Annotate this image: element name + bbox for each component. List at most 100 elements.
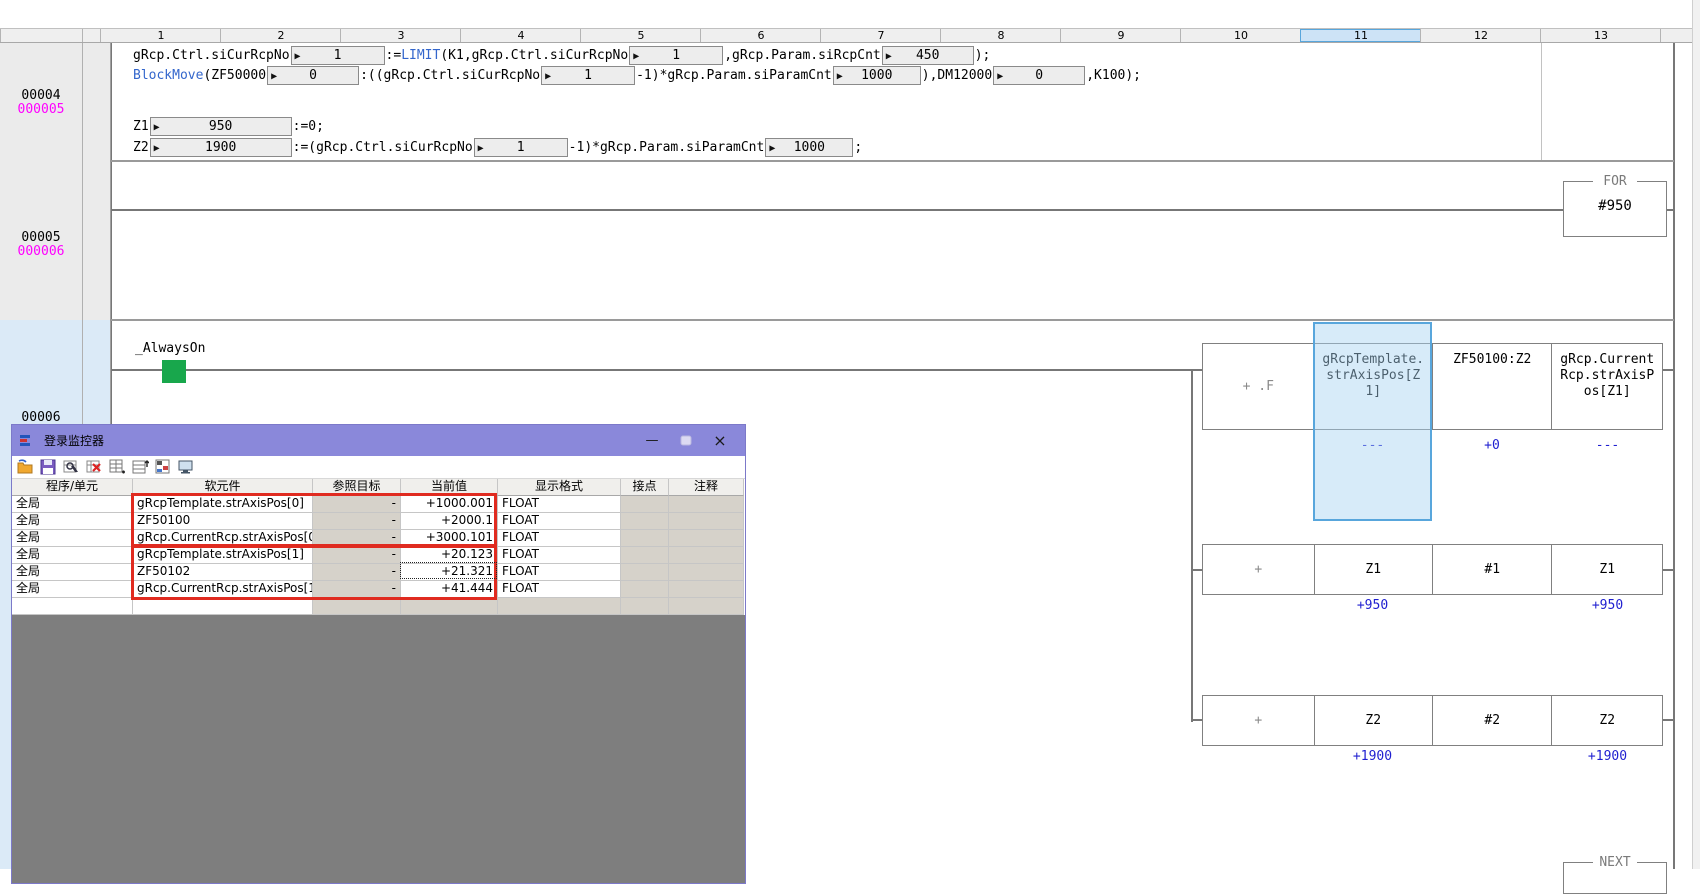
column-header[interactable]: 显示格式 xyxy=(498,479,621,496)
table-row[interactable]: 全局gRcp.CurrentRcp.strAxisPos[1]-+41.444F… xyxy=(12,581,745,598)
monitor-value-box[interactable]: ▶1900 xyxy=(150,138,292,157)
ruler-column-5[interactable]: 5 xyxy=(580,29,701,42)
cell-comment[interactable] xyxy=(669,496,744,513)
block-operand[interactable]: gRcpTemplate.strAxisPos[Z1] xyxy=(1314,344,1432,429)
cell-unit[interactable]: 全局 xyxy=(12,496,133,513)
cell-comment[interactable] xyxy=(669,581,744,598)
monitor-value-box[interactable]: ▶0 xyxy=(993,66,1085,85)
register-monitor-window[interactable]: 登录监控器 — × 程序/单元软元件参照目标当前值显示格 xyxy=(11,424,746,884)
save-icon[interactable] xyxy=(40,459,57,475)
block-operand[interactable]: #1 xyxy=(1432,545,1551,594)
monitor-display-icon[interactable] xyxy=(178,459,195,475)
cell-format[interactable]: FLOAT xyxy=(498,581,621,598)
cell-ref[interactable]: - xyxy=(313,513,401,530)
ladder-block-1[interactable]: + .FgRcpTemplate.strAxisPos[Z1]ZF50100:Z… xyxy=(1202,343,1663,430)
monitor-value-box[interactable]: ▶1 xyxy=(541,66,635,85)
cell-unit[interactable]: 全局 xyxy=(12,547,133,564)
monitor-toolbar[interactable] xyxy=(12,456,745,479)
block-operand[interactable]: Z2 xyxy=(1551,696,1662,745)
column-header[interactable]: 接点 xyxy=(621,479,669,496)
cell-contact[interactable] xyxy=(621,530,669,547)
cell-contact[interactable] xyxy=(621,564,669,581)
monitor-value-box[interactable]: ▶1 xyxy=(629,46,723,65)
cell-unit[interactable]: 全局 xyxy=(12,564,133,581)
table-row[interactable]: 全局ZF50102-+21.321FLOAT xyxy=(12,564,745,581)
ruler-column-8[interactable]: 8 xyxy=(940,29,1061,42)
cell-value[interactable]: +1000.001 xyxy=(401,496,498,513)
ruler-column-12[interactable]: 12 xyxy=(1420,29,1541,42)
ruler-column-1[interactable]: 1 xyxy=(100,29,221,42)
cell-format[interactable]: FLOAT xyxy=(498,513,621,530)
column-header[interactable]: 参照目标 xyxy=(313,479,401,496)
block-operand[interactable]: ZF50100:Z2 xyxy=(1432,344,1551,429)
window-titlebar[interactable]: 登录监控器 — × xyxy=(12,425,745,456)
monitor-value-box[interactable]: ▶0 xyxy=(267,66,359,85)
cell-ref[interactable]: - xyxy=(313,496,401,513)
block-operand[interactable]: gRcp.CurrentRcp.strAxisPos[Z1] xyxy=(1551,344,1662,429)
column-header[interactable]: 程序/单元 xyxy=(12,479,133,496)
cell-value[interactable]: +20.123 xyxy=(401,547,498,564)
insert-row-icon[interactable] xyxy=(109,459,126,475)
move-row-icon[interactable] xyxy=(132,459,149,475)
script-line-4[interactable]: Z2▶1900:=(gRcp.Ctrl.siCurRcpNo▶1-1)*gRcp… xyxy=(133,138,862,156)
for-instruction-block[interactable]: FOR #950 xyxy=(1563,181,1667,237)
cell-comment[interactable] xyxy=(669,547,744,564)
close-button[interactable]: × xyxy=(703,430,737,452)
cell-value[interactable]: +41.444 xyxy=(401,581,498,598)
ladder-block-3[interactable]: +Z2#2Z2 xyxy=(1202,695,1663,746)
ruler-column-9[interactable]: 9 xyxy=(1060,29,1181,42)
cell-contact[interactable] xyxy=(621,581,669,598)
cell-ref[interactable]: - xyxy=(313,564,401,581)
rung-number-00004[interactable]: 00004000005 xyxy=(0,89,82,117)
cell-unit[interactable]: 全局 xyxy=(12,513,133,530)
cell-device[interactable]: gRcp.CurrentRcp.strAxisPos[0] xyxy=(133,530,313,547)
cell-contact[interactable] xyxy=(621,496,669,513)
ruler-column-7[interactable]: 7 xyxy=(820,29,941,42)
ruler-column-11[interactable]: 11 xyxy=(1300,29,1421,42)
cell-format[interactable]: FLOAT xyxy=(498,547,621,564)
ruler-column-4[interactable]: 4 xyxy=(460,29,581,42)
cell-comment[interactable] xyxy=(669,564,744,581)
table-row[interactable]: 全局gRcp.CurrentRcp.strAxisPos[0]-+3000.10… xyxy=(12,530,745,547)
monitor-value-box[interactable]: ▶1 xyxy=(291,46,385,65)
cell-device[interactable]: gRcpTemplate.strAxisPos[1] xyxy=(133,547,313,564)
cell-contact[interactable] xyxy=(621,547,669,564)
cell-unit[interactable]: 全局 xyxy=(12,581,133,598)
ruler-column-13[interactable]: 13 xyxy=(1540,29,1661,42)
cell-unit[interactable]: 全局 xyxy=(12,530,133,547)
monitor-table[interactable]: 程序/单元软元件参照目标当前值显示格式接点注释全局gRcpTemplate.st… xyxy=(12,479,745,615)
cell-format[interactable]: FLOAT xyxy=(498,530,621,547)
script-line-2[interactable]: BlockMove(ZF50000▶0:((gRcp.Ctrl.siCurRcp… xyxy=(133,66,1141,84)
cell-format[interactable]: FLOAT xyxy=(498,496,621,513)
cell-ref[interactable]: - xyxy=(313,530,401,547)
minimize-button[interactable]: — xyxy=(635,430,669,452)
monitor-value-box[interactable]: ▶1000 xyxy=(833,66,921,85)
block-operand[interactable]: #2 xyxy=(1432,696,1551,745)
script-line-3[interactable]: Z1▶950:=0; xyxy=(133,117,324,135)
ruler-column-2[interactable]: 2 xyxy=(220,29,341,42)
monitor-value-box[interactable]: ▶950 xyxy=(150,117,292,136)
next-instruction-block[interactable]: NEXT xyxy=(1563,862,1667,894)
maximize-button[interactable] xyxy=(669,430,703,452)
rung-number-00006[interactable]: 00006 xyxy=(0,411,82,425)
block-operand[interactable]: Z1 xyxy=(1551,545,1662,594)
table-row[interactable]: 全局ZF50100-+2000.1FLOAT xyxy=(12,513,745,530)
cell-comment[interactable] xyxy=(669,530,744,547)
find-register-icon[interactable] xyxy=(63,459,80,475)
cell-ref[interactable]: - xyxy=(313,547,401,564)
cell-device[interactable]: ZF50102 xyxy=(133,564,313,581)
cell-ref[interactable]: - xyxy=(313,581,401,598)
ladder-block-2[interactable]: +Z1#1Z1 xyxy=(1202,544,1663,595)
column-header[interactable]: 注释 xyxy=(669,479,744,496)
cell-value[interactable]: +3000.101 xyxy=(401,530,498,547)
cell-device[interactable]: gRcp.CurrentRcp.strAxisPos[1] xyxy=(133,581,313,598)
cell-device[interactable]: gRcpTemplate.strAxisPos[0] xyxy=(133,496,313,513)
column-header[interactable]: 软元件 xyxy=(133,479,313,496)
script-line-1[interactable]: gRcp.Ctrl.siCurRcpNo▶1:=LIMIT(K1,gRcp.Ct… xyxy=(133,46,990,64)
vertical-scrollbar[interactable] xyxy=(1692,0,1700,869)
monitor-value-box[interactable]: ▶1 xyxy=(474,138,568,157)
cell-device[interactable]: ZF50100 xyxy=(133,513,313,530)
always-on-contact[interactable] xyxy=(162,360,186,383)
table-empty-row[interactable] xyxy=(12,598,745,615)
monitor-value-box[interactable]: ▶1000 xyxy=(765,138,853,157)
